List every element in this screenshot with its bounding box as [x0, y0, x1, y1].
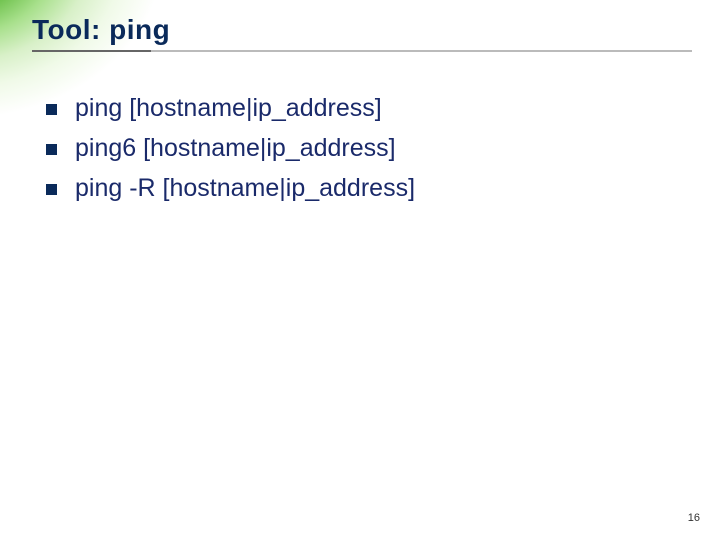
title-area: Tool: ping	[32, 14, 696, 52]
title-underline	[32, 50, 692, 52]
list-item: ping -R [hostname|ip_address]	[46, 172, 680, 206]
square-bullet-icon	[46, 184, 57, 195]
square-bullet-icon	[46, 144, 57, 155]
slide-title: Tool: ping	[32, 14, 696, 46]
bullet-text: ping6 [hostname|ip_address]	[75, 132, 396, 166]
page-number: 16	[688, 512, 700, 524]
list-item: ping [hostname|ip_address]	[46, 92, 680, 126]
content-area: ping [hostname|ip_address] ping6 [hostna…	[46, 92, 680, 211]
list-item: ping6 [hostname|ip_address]	[46, 132, 680, 166]
slide: Tool: ping ping [hostname|ip_address] pi…	[0, 0, 720, 540]
bullet-text: ping -R [hostname|ip_address]	[75, 172, 415, 206]
square-bullet-icon	[46, 104, 57, 115]
bullet-list: ping [hostname|ip_address] ping6 [hostna…	[46, 92, 680, 205]
bullet-text: ping [hostname|ip_address]	[75, 92, 382, 126]
